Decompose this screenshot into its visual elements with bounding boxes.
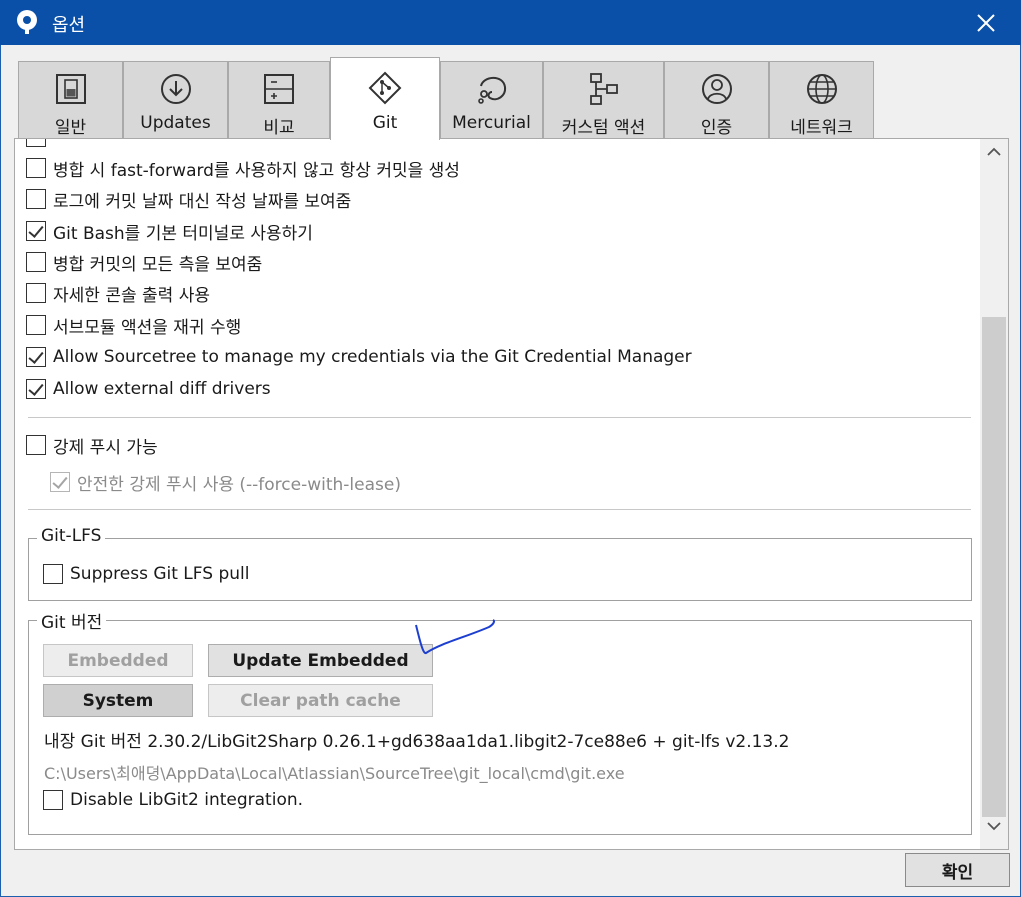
option-verbose-console[interactable]: 자세한 콘솔 출력 사용 xyxy=(26,281,210,306)
update-embedded-button[interactable]: Update Embedded xyxy=(208,644,433,677)
checkbox[interactable] xyxy=(26,347,46,367)
scroll-up-button[interactable] xyxy=(980,147,1008,165)
tab-label: 네트워크 xyxy=(790,118,853,138)
tab-label: 커스텀 액션 xyxy=(561,118,646,138)
git-settings-panel: 병합 시 fast-forward를 사용하지 않고 항상 커밋을 생성 로그에… xyxy=(14,138,1009,850)
embedded-git-version: 내장 Git 버전 2.30.2/LibGit2Sharp 0.26.1+gd6… xyxy=(44,732,790,752)
custom-action-icon xyxy=(589,73,618,105)
option-external-diff-drivers[interactable]: Allow external diff drivers xyxy=(26,377,271,401)
checkbox[interactable] xyxy=(26,158,46,178)
checkbox[interactable] xyxy=(43,790,63,810)
option-label: Suppress Git LFS pull xyxy=(70,564,250,584)
option-label: 자세한 콘솔 출력 사용 xyxy=(53,285,210,306)
globe-icon xyxy=(806,74,837,104)
option-label: Git Bash를 기본 터미널로 사용하기 xyxy=(53,223,313,244)
tab-mercurial[interactable]: Mercurial xyxy=(440,61,543,138)
checkbox[interactable] xyxy=(26,139,46,147)
checkbox xyxy=(50,472,70,492)
option-git-bash-terminal[interactable]: Git Bash를 기본 터미널로 사용하기 xyxy=(26,219,313,244)
ok-button[interactable]: 확인 xyxy=(905,853,1010,887)
tab-updates[interactable]: Updates xyxy=(123,61,228,138)
mercurial-icon xyxy=(477,76,506,104)
toggle-switch-icon xyxy=(55,74,86,104)
option-label: 안전한 강제 푸시 사용 (--force-with-lease) xyxy=(77,474,401,495)
tab-label: 비교 xyxy=(263,118,295,138)
option-label: 로그에 커밋 날짜 대신 작성 날짜를 보여줌 xyxy=(53,191,352,212)
group-title: Git-LFS xyxy=(37,526,106,546)
compare-icon xyxy=(264,74,294,104)
close-icon xyxy=(977,13,995,32)
option-label: Disable LibGit2 integration. xyxy=(70,790,304,810)
git-diamond-icon xyxy=(368,71,402,105)
tab-network[interactable]: 네트워크 xyxy=(769,61,874,138)
option-label: 강제 푸시 가능 xyxy=(53,437,158,458)
checkbox[interactable] xyxy=(26,283,46,303)
checkbox[interactable] xyxy=(43,564,63,584)
tab-label: 인증 xyxy=(700,118,733,138)
chevron-down-icon xyxy=(987,822,1001,831)
option-suppress-lfs-pull[interactable]: Suppress Git LFS pull xyxy=(43,562,249,586)
checkbox[interactable] xyxy=(26,221,46,241)
tab-auth[interactable]: 인증 xyxy=(664,61,769,138)
option-label: Allow Sourcetree to manage my credential… xyxy=(53,347,692,367)
clear-path-cache-button[interactable]: Clear path cache xyxy=(208,684,433,717)
options-window: 일반 Updates 비교 Git Mercurial 커스텀 액션 인증 네트… xyxy=(0,45,1021,897)
separator xyxy=(28,417,971,418)
tab-custom-actions[interactable]: 커스텀 액션 xyxy=(543,61,664,138)
option-label: 병합 커밋의 모든 측을 보여줌 xyxy=(53,254,263,275)
option-no-fast-forward[interactable]: 병합 시 fast-forward를 사용하지 않고 항상 커밋을 생성 xyxy=(26,156,460,181)
download-circle-icon xyxy=(160,74,191,104)
option-credential-manager[interactable]: Allow Sourcetree to manage my credential… xyxy=(26,345,692,369)
option-row-clipped[interactable] xyxy=(26,139,53,149)
option-author-date[interactable]: 로그에 커밋 날짜 대신 작성 날짜를 보여줌 xyxy=(26,187,352,212)
system-button[interactable]: System xyxy=(43,684,193,717)
handwritten-check-mark xyxy=(415,619,495,655)
tab-label: Git xyxy=(372,113,398,133)
separator xyxy=(28,509,971,510)
option-recursive-submodules[interactable]: 서브모듈 액션을 재귀 수행 xyxy=(26,313,242,338)
embedded-button[interactable]: Embedded xyxy=(43,644,193,677)
option-force-with-lease: 안전한 강제 푸시 사용 (--force-with-lease) xyxy=(50,470,401,495)
tab-git[interactable]: Git xyxy=(330,57,440,140)
tab-label: 일반 xyxy=(54,118,87,138)
window-title: 옵션 xyxy=(52,15,86,36)
tab-compare[interactable]: 비교 xyxy=(228,61,330,138)
group-title: Git 버전 xyxy=(37,608,107,633)
tab-label: Mercurial xyxy=(452,113,531,133)
checkbox[interactable] xyxy=(26,435,46,455)
option-label: Allow external diff drivers xyxy=(53,379,271,399)
git-lfs-group: Git-LFS Suppress Git LFS pull xyxy=(28,526,972,601)
chevron-up-icon xyxy=(987,147,1001,156)
option-label: 서브모듈 액션을 재귀 수행 xyxy=(53,317,242,338)
close-button[interactable] xyxy=(951,0,1021,45)
checkbox[interactable] xyxy=(26,252,46,272)
title-bar: 옵션 xyxy=(0,0,1021,45)
scroll-thumb[interactable] xyxy=(982,317,1006,817)
scroll-down-button[interactable] xyxy=(980,821,1008,839)
checkbox[interactable] xyxy=(26,315,46,335)
tab-label: Updates xyxy=(140,113,211,133)
user-circle-icon xyxy=(701,74,732,104)
checkbox[interactable] xyxy=(26,189,46,209)
option-disable-libgit2[interactable]: Disable LibGit2 integration. xyxy=(43,788,303,812)
vertical-scrollbar[interactable] xyxy=(980,139,1008,849)
option-force-push[interactable]: 강제 푸시 가능 xyxy=(26,433,158,458)
checkbox[interactable] xyxy=(26,379,46,399)
option-show-all-merge-sides[interactable]: 병합 커밋의 모든 측을 보여줌 xyxy=(26,250,263,275)
option-label: 병합 시 fast-forward를 사용하지 않고 항상 커밋을 생성 xyxy=(53,160,460,181)
tab-general[interactable]: 일반 xyxy=(18,61,123,138)
git-executable-path: C:\Users\최애뎡\AppData\Local\Atlassian\Sou… xyxy=(44,764,625,783)
sourcetree-logo-icon xyxy=(17,10,37,34)
